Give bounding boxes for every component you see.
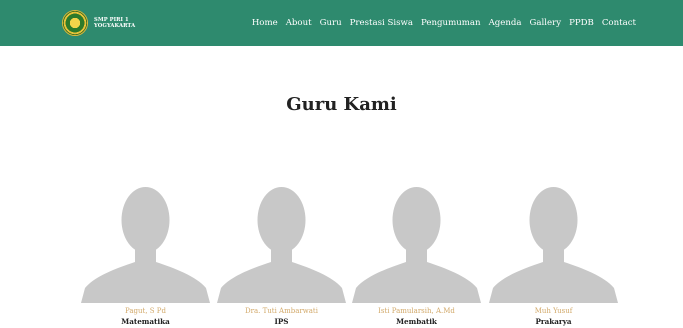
teacher-name: Dra. Tuti Ambarwati (245, 307, 318, 315)
top-navbar: SMP PIRI 1 YOGYAKARTA Home About Guru Pr… (0, 0, 683, 46)
nav-pengumuman[interactable]: Pengumuman (421, 18, 481, 28)
nav-menu: Home About Guru Prestasi Siswa Pengumuma… (252, 0, 636, 46)
teacher-card: Dra. Tuti Ambarwati IPS (213, 168, 350, 328)
teacher-card: Pagut, S Pd Matematika (77, 168, 214, 328)
teacher-name: Muh Yusuf (534, 307, 573, 315)
teacher-card: Isti Pamularsih, A.Md Membatik (348, 168, 485, 328)
teacher-subject: Membatik (396, 317, 437, 326)
nav-contact[interactable]: Contact (602, 18, 636, 28)
teacher-avatar-placeholder (81, 187, 210, 303)
school-logo (62, 10, 88, 36)
teacher-name: Isti Pamularsih, A.Md (378, 307, 455, 315)
nav-gallery[interactable]: Gallery (530, 18, 562, 28)
teacher-subject: Prakarya (535, 317, 572, 326)
nav-ppdb[interactable]: PPDB (569, 18, 594, 28)
nav-home[interactable]: Home (252, 18, 278, 28)
teacher-avatar-placeholder (217, 187, 346, 303)
nav-prestasi-siswa[interactable]: Prestasi Siswa (350, 18, 413, 28)
brand[interactable]: SMP PIRI 1 YOGYAKARTA (62, 9, 135, 37)
teacher-card: Muh Yusuf Prakarya (485, 168, 622, 328)
teacher-name: Pagut, S Pd (124, 307, 167, 315)
teacher-avatar-placeholder (489, 187, 618, 303)
nav-guru[interactable]: Guru (320, 18, 342, 28)
section-title: Guru Kami (286, 94, 397, 115)
teacher-avatar-placeholder (352, 187, 481, 303)
teacher-subject: Matematika (121, 317, 170, 326)
brand-line-2: YOGYAKARTA (94, 23, 136, 29)
brand-text: SMP PIRI 1 YOGYAKARTA (94, 17, 135, 30)
nav-about[interactable]: About (286, 18, 312, 28)
teacher-subject: IPS (274, 317, 289, 326)
nav-agenda[interactable]: Agenda (489, 18, 522, 28)
